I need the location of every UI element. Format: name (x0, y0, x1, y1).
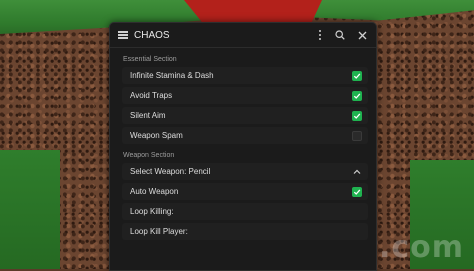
section-label-text: Loop Killing: (130, 207, 174, 216)
toggle-label: Infinite Stamina & Dash (130, 71, 214, 80)
toggle-infinite-stamina[interactable]: Infinite Stamina & Dash (122, 67, 368, 84)
checkmark-icon (353, 92, 361, 99)
player-select-label: Loop Kill Player: (130, 227, 188, 236)
more-vertical-icon[interactable] (319, 30, 322, 40)
toggle-weapon-spam[interactable]: Weapon Spam (122, 127, 368, 144)
chevron-up-icon (352, 167, 362, 177)
weapon-dropdown[interactable]: Select Weapon: Pencil (122, 163, 368, 180)
search-icon[interactable] (334, 30, 345, 41)
toggle-auto-weapon[interactable]: Auto Weapon (122, 183, 368, 200)
dropdown-label: Select Weapon: Pencil (130, 167, 211, 176)
menu-icon[interactable] (118, 31, 128, 39)
checkbox[interactable] (352, 186, 362, 197)
checkmark-icon (353, 112, 361, 119)
section-header: Weapon Section (123, 152, 175, 159)
toggle-label: Auto Weapon (130, 187, 179, 196)
toggle-avoid-traps[interactable]: Avoid Traps (122, 87, 368, 104)
section-header: Essential Section (123, 56, 177, 63)
script-panel[interactable]: CHAOS Essential Section Infinite Stamina… (109, 22, 377, 271)
close-icon[interactable] (357, 30, 368, 41)
checkmark-icon (353, 72, 361, 79)
grass-terrain (0, 150, 60, 269)
title-bar[interactable]: CHAOS (110, 23, 376, 48)
loop-killing-label-row: Loop Killing: (122, 203, 368, 220)
checkbox[interactable] (352, 110, 362, 121)
toggle-label: Weapon Spam (130, 131, 183, 140)
window-title: CHAOS (134, 29, 170, 41)
toggle-label: Silent Aim (130, 111, 166, 120)
toggle-label: Avoid Traps (130, 91, 173, 100)
checkbox[interactable] (352, 130, 362, 141)
toggle-silent-aim[interactable]: Silent Aim (122, 107, 368, 124)
checkmark-icon (353, 188, 361, 195)
checkbox[interactable] (352, 90, 362, 101)
checkbox[interactable] (352, 70, 362, 81)
loop-kill-player-row[interactable]: Loop Kill Player: (122, 223, 368, 240)
